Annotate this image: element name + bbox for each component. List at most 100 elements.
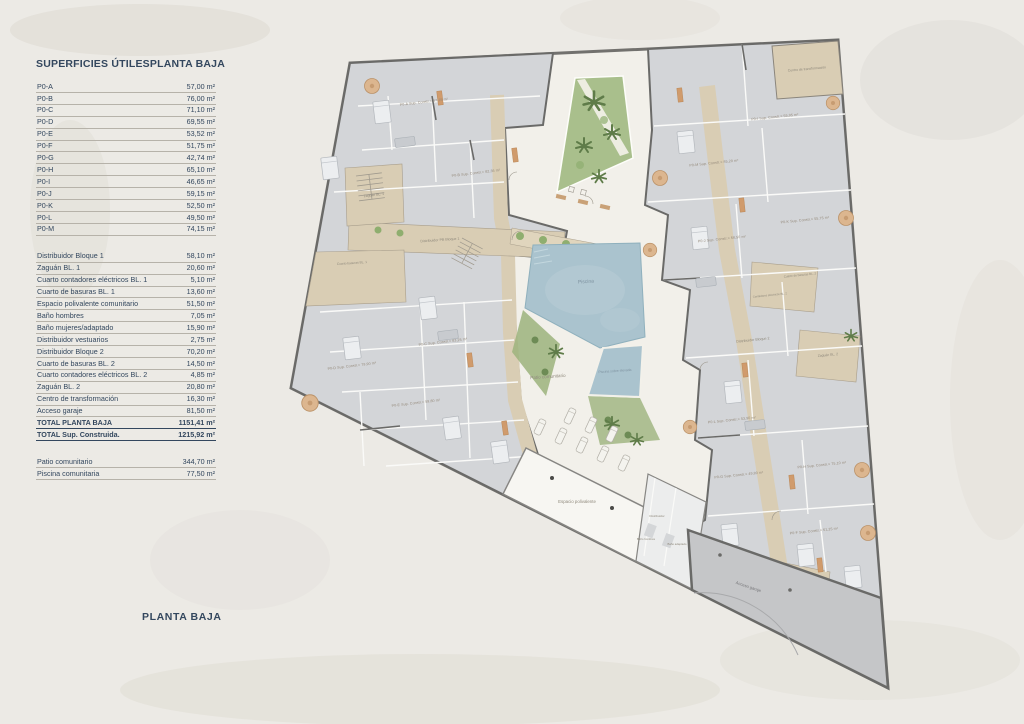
area-value: 42,74 m² (187, 154, 215, 162)
table-row: P0-L49,50 m² (36, 212, 216, 224)
area-value: 57,00 m² (187, 83, 215, 91)
area-value: 53,52 m² (187, 130, 215, 138)
table-row: P0-C 71,10 m² (36, 105, 216, 117)
area-label: TOTAL Sup. Construida. (37, 431, 120, 439)
area-value: 59,15 m² (187, 190, 215, 198)
area-label: P0-E (37, 130, 53, 138)
area-value: 5,10 m² (191, 276, 215, 284)
unit-areas-list: P0-A 57,00 m² P0-B 76,00 m² P0-C 71,10 m² P… (36, 81, 216, 236)
area-value: 1151,41 m² (179, 419, 215, 427)
table-row: P0-B 76,00 m² (36, 93, 216, 105)
table-row: Zaguán BL. 2 20,80 m² (36, 382, 216, 394)
area-label: P0-M (37, 225, 54, 233)
area-value: 13,60 m² (187, 288, 215, 296)
area-label: P0-I (37, 178, 50, 186)
table-row: Espacio polivalente comunitario 51,50 m² (36, 298, 216, 310)
area-label: Centro de transformación (37, 395, 118, 403)
table-row: Distribuidor Bloque 1 58,10 m² (36, 251, 216, 263)
table-row: Cuarto contadores eléctricos BL. 2 4,85 m… (36, 370, 216, 382)
table-row: Piscina comunitaria 77,50 m² (36, 468, 216, 480)
area-value: 74,15 m² (187, 225, 215, 233)
plan-label-piscina: Piscina (578, 278, 595, 285)
area-label: P0-J (37, 190, 52, 198)
area-label: P0-D (37, 118, 53, 126)
area-label: Cuarto de basuras BL. 1 (37, 288, 115, 296)
area-label: P0-B (37, 95, 53, 103)
area-label: Espacio polivalente comunitario (37, 300, 138, 308)
area-label: Patio comunitario (37, 458, 93, 466)
area-value: 77,50 m² (187, 470, 215, 478)
table-row: Acceso garaje 81,50 m² (36, 406, 216, 418)
area-value: 76,00 m² (187, 95, 215, 103)
area-label: Zaguán BL. 2 (37, 383, 80, 391)
table-row: P0-I 46,65 m² (36, 176, 216, 188)
table-row: P0-A 57,00 m² (36, 81, 216, 93)
table-row: P0-G42,74 m² (36, 152, 216, 164)
table-row: Centro de transformación 16,30 m² (36, 394, 216, 406)
area-value: 71,10 m² (187, 106, 215, 114)
area-value: 1215,92 m² (178, 431, 215, 439)
area-label: Baño hombres (37, 312, 84, 320)
area-label: Piscina comunitaria (37, 470, 99, 478)
table-row: Baño hombres7,05 m² (36, 310, 216, 322)
area-label: P0-L (37, 214, 52, 222)
area-value: 46,65 m² (187, 178, 215, 186)
area-value: 15,90 m² (187, 324, 215, 332)
table-row: Zaguán BL. 1 20,60 m² (36, 263, 216, 275)
area-label: Cuarto de basuras BL. 2 (37, 360, 115, 368)
plan-label-vest-distribuidor: Distribuidor (649, 514, 664, 518)
total-row: TOTAL PLANTA BAJA 1151,41 m² (36, 417, 216, 429)
area-value: 14,50 m² (187, 360, 215, 368)
plan-label-bano-hombres: Baño hombres (637, 537, 656, 541)
area-value: 51,75 m² (187, 142, 215, 150)
area-label: P0-A (37, 83, 53, 91)
common-areas-list: Distribuidor Bloque 1 58,10 m² Zaguán BL.… (36, 251, 216, 442)
plan-label-bano-adaptado: Baño adaptado (668, 542, 687, 546)
areas-panel: SUPERFICIES ÚTILES PLANTA BAJA P0-A 57,00… (36, 58, 216, 495)
area-value: 65,10 m² (187, 166, 215, 174)
area-label: P0-K (37, 202, 53, 210)
table-row: P0-H 65,10 m² (36, 164, 216, 176)
table-row: P0-D 69,55 m² (36, 117, 216, 129)
area-label: Distribuidor vestuarios (37, 336, 108, 344)
page: Piscina Piscina sobre elevada Patio comu… (0, 0, 1024, 724)
area-label: Cuarto contadores eléctricos BL. 2 (37, 371, 147, 379)
area-value: 51,50 m² (187, 300, 215, 308)
area-value: 58,10 m² (187, 252, 215, 260)
area-value: 20,60 m² (187, 264, 215, 272)
table-row: Cuarto de basuras BL. 1 13,60 m² (36, 287, 216, 299)
area-value: 20,80 m² (187, 383, 215, 391)
area-label: P0-C (37, 106, 53, 114)
area-value: 344,70 m² (183, 458, 215, 466)
area-value: 52,50 m² (187, 202, 215, 210)
area-label: Baño mujeres/adaptado (37, 324, 113, 332)
table-row: P0-F 51,75 m² (36, 141, 216, 153)
area-label: Distribuidor Bloque 2 (37, 348, 104, 356)
area-label: Cuarto contadores eléctricos BL. 1 (37, 276, 147, 284)
table-row: Cuarto de basuras BL. 2 14,50 m² (36, 358, 216, 370)
area-label: P0-H (37, 166, 53, 174)
area-value: 2,75 m² (191, 336, 215, 344)
panel-title-right: PLANTA BAJA (150, 58, 225, 70)
area-label: Acceso garaje (37, 407, 83, 415)
area-label: Zaguán BL. 1 (37, 264, 80, 272)
table-row: P0-J 59,15 m² (36, 188, 216, 200)
plan-label-espacio: Espacio polivalente (558, 499, 596, 504)
area-label: Distribuidor Bloque 1 (37, 252, 104, 260)
table-row: Distribuidor Bloque 270,20 m² (36, 346, 216, 358)
table-row: Cuarto contadores eléctricos BL. 1 5,10 m… (36, 275, 216, 287)
outdoor-areas-list: Patio comunitario 344,70 m² Piscina comun… (36, 456, 216, 480)
total-row: TOTAL Sup. Construida. 1215,92 m² (36, 429, 216, 441)
area-label: TOTAL PLANTA BAJA (37, 419, 112, 427)
panel-title-left: SUPERFICIES ÚTILES (36, 58, 150, 70)
area-value: 4,85 m² (191, 371, 215, 379)
table-row: P0-E 53,52 m² (36, 129, 216, 141)
page-title: PLANTA BAJA (142, 611, 222, 623)
area-label: P0-F (37, 142, 53, 150)
area-value: 16,30 m² (187, 395, 215, 403)
table-row: Baño mujeres/adaptado 15,90 m² (36, 322, 216, 334)
areas-panel-header: SUPERFICIES ÚTILES PLANTA BAJA (36, 58, 216, 70)
area-value: 69,55 m² (187, 118, 215, 126)
table-row: Patio comunitario 344,70 m² (36, 456, 216, 468)
area-value: 81,50 m² (187, 407, 215, 415)
